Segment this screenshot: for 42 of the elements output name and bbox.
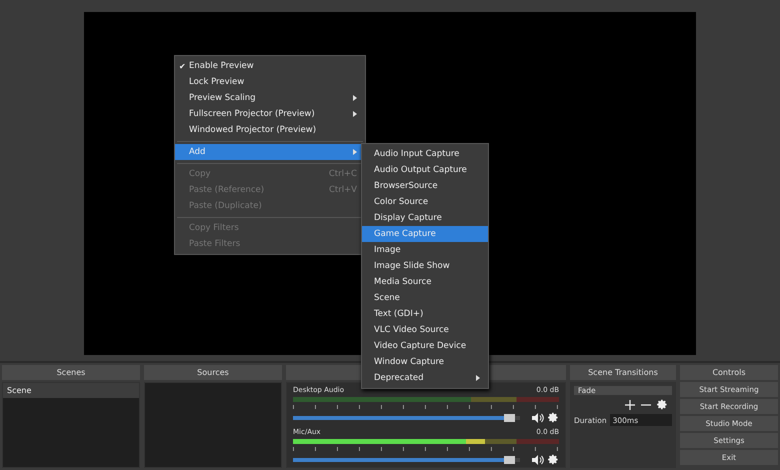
menu-item[interactable]: Window Capture (362, 354, 488, 370)
menu-item[interactable]: Video Capture Device (362, 338, 488, 354)
menu-item[interactable]: Windowed Projector (Preview) (175, 122, 365, 138)
panel-title: Controls (680, 365, 778, 380)
menu-item[interactable]: Fullscreen Projector (Preview) (175, 106, 365, 122)
menu-item[interactable]: Color Source (362, 194, 488, 210)
menu-item[interactable]: Display Capture (362, 210, 488, 226)
settings-icon[interactable] (548, 454, 559, 465)
speaker-icon[interactable] (532, 454, 544, 464)
menu-item[interactable]: Text (GDI+) (362, 306, 488, 322)
submenu-arrow-icon (353, 149, 357, 155)
settings-icon[interactable] (657, 399, 668, 410)
volume-slider[interactable] (293, 458, 520, 462)
menu-item[interactable]: Image Slide Show (362, 258, 488, 274)
speaker-icon[interactable] (532, 412, 544, 422)
menu-item[interactable]: ✔ Enable Preview (175, 58, 365, 74)
panel-title: Sources (144, 365, 282, 380)
add-icon[interactable] (625, 400, 635, 410)
slider-thumb[interactable] (504, 414, 515, 422)
submenu-arrow-icon (476, 375, 480, 381)
menu-item[interactable]: Lock Preview (175, 74, 365, 90)
menu-item[interactable]: Media Source (362, 274, 488, 290)
menu-item[interactable]: VLC Video Source (362, 322, 488, 338)
panel-title: Scenes (2, 365, 140, 380)
menu-item[interactable]: Audio Input Capture (362, 146, 488, 162)
menu-item[interactable]: Audio Output Capture (362, 162, 488, 178)
slider-thumb[interactable] (504, 456, 515, 464)
shortcut-text: Ctrl+C (328, 169, 357, 179)
panel-title: Scene Transitions (570, 365, 676, 380)
menu-item[interactable]: BrowserSource (362, 178, 488, 194)
menu-item[interactable]: Deprecated (362, 370, 488, 386)
menu-item[interactable]: Game Capture (362, 226, 488, 242)
submenu-arrow-icon (353, 111, 357, 117)
check-icon: ✔ (179, 62, 186, 70)
menu-item[interactable]: Scene (362, 290, 488, 306)
menu-item[interactable]: Image (362, 242, 488, 258)
submenu-arrow-icon (353, 95, 357, 101)
shortcut-text: Ctrl+V (328, 185, 357, 195)
scene-item[interactable]: Scene (3, 383, 139, 398)
volume-slider[interactable] (293, 416, 520, 420)
settings-icon[interactable] (548, 412, 559, 423)
menu-item[interactable]: Preview Scaling (175, 90, 365, 106)
